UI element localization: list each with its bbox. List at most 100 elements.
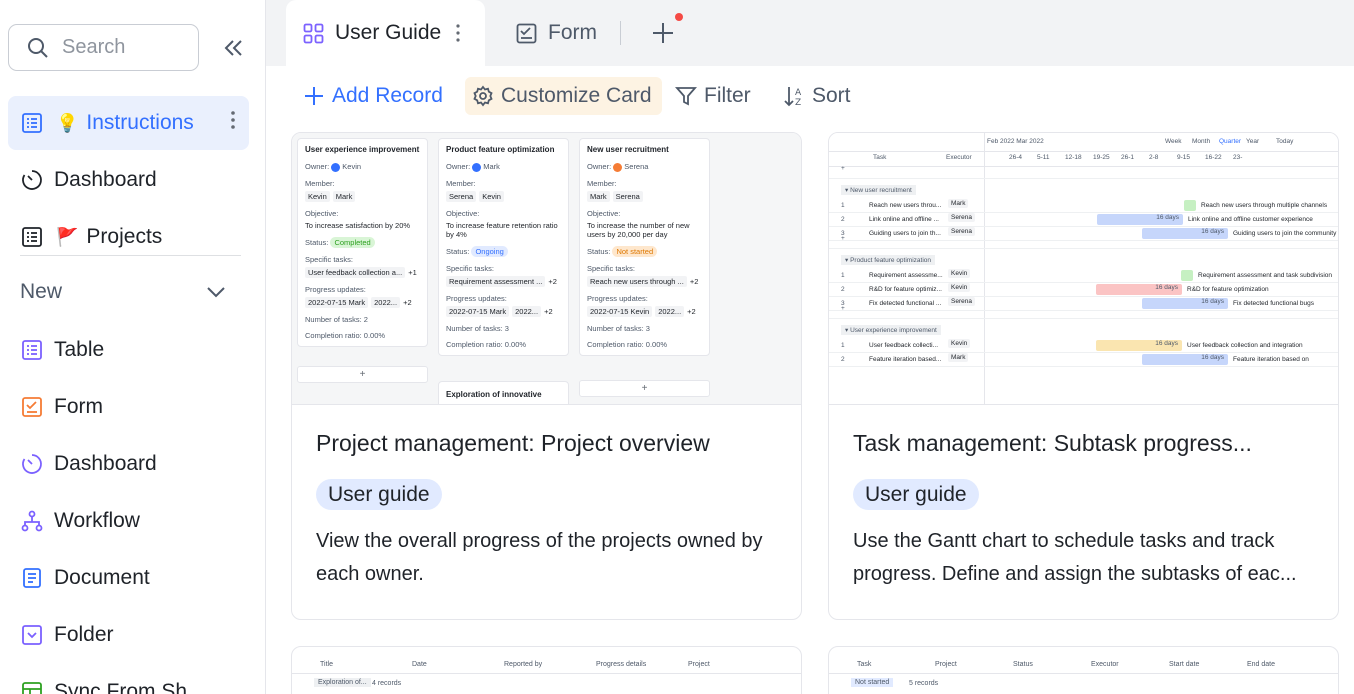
collapse-sidebar-button[interactable] [220,36,246,60]
member-chip: Mark [587,190,610,202]
field-label: Member: [305,178,335,188]
form-icon [20,395,44,419]
filter-label: Filter [704,84,751,107]
column-header: Project [688,661,710,668]
updates-row: 2022-07-15 Mark 2022... +2 [446,303,561,317]
avatar [331,162,341,172]
avatar [472,162,482,172]
column-header: Title [320,661,333,668]
task-name: Link online and offline ... [869,216,939,223]
week-label: 2-8 [1149,154,1159,161]
tasks-row: User feedback collection a... +1 [305,264,420,278]
field-num-tasks: Number of tasks: 3 [446,323,509,333]
record-count: 4 records [372,680,402,687]
table-icon [20,338,44,362]
gallery-card[interactable]: Feb 2022 Mar 2022 Week Month Quarter Year Tod… [828,132,1339,620]
dashboard-icon [20,168,44,192]
tasks-row: Requirement assessment ... +2 [446,273,561,287]
tab-separator [620,21,621,45]
executor-chip: Mark [948,199,969,208]
members-row: Kevin Mark [305,188,420,202]
column-header: Project [935,661,957,668]
new-form-item[interactable]: Form [8,380,249,434]
filter-button[interactable]: Filter [675,77,751,115]
new-folder-item[interactable]: Folder [8,608,249,662]
kanban-column: Product feature optimization Owner: Mark M… [438,138,569,356]
field-label: Specific tasks: [305,254,353,264]
add-row-button: + [829,165,1338,179]
gantt-preview: Feb 2022 Mar 2022 Week Month Quarter Year Tod… [829,133,1338,404]
more-count: +2 [548,276,557,286]
row-number: 1 [841,342,845,349]
group-chip: Exploration of... [314,678,371,687]
svg-text:Z: Z [795,98,801,107]
new-item-label: Table [54,338,105,361]
gallery-card-partial[interactable]: Title Date Reported by Progress details Proj… [291,646,802,694]
member-chip: Serena [446,190,477,202]
column-header: Executor [1091,661,1119,668]
field-ratio: Completion ratio: 0.00% [587,339,668,349]
field-label: Progress updates: [305,284,366,294]
header-line [292,673,801,674]
status-row: Status: Ongoing [446,245,561,257]
week-label: 12-18 [1065,154,1082,161]
sidebar-item-instructions[interactable]: 💡 Instructions [8,96,249,150]
update-chip: 2022-07-15 Kevin [587,305,653,317]
column-header: Task [857,661,872,668]
customize-card-button[interactable]: Customize Card [465,77,662,115]
field-label: Status: [446,246,472,256]
search-icon [28,37,48,58]
field-label: Specific tasks: [587,263,635,273]
gantt-bar: 16 days [1142,354,1228,365]
new-table-item[interactable]: Table [8,323,249,377]
gallery-card[interactable]: User experience improvement Owner: Kevin M… [291,132,802,620]
bar-label: Link online and offline customer experie… [1188,216,1313,223]
more-vertical-icon[interactable] [456,24,460,42]
gantt-bar: 16 days [1097,214,1183,225]
new-document-item[interactable]: Document [8,551,249,605]
kanban-card-title: Exploration of innovative [438,381,569,404]
form-icon [516,23,537,43]
objective-text: To increase satisfaction by 20% [305,220,411,230]
group-header: ▾ New user recruitment [841,185,916,195]
sort-button[interactable]: AZ Sort [783,77,851,115]
row-number: 1 [841,272,845,279]
task-name: R&D for feature optimiz... [869,286,942,293]
task-name: Reach new users throu... [869,202,942,209]
gantt-bar: 16 days [1096,340,1182,351]
add-record-button[interactable]: Add Record [303,77,443,115]
gallery-card-partial[interactable]: Task Project Status Executor Start date End d… [828,646,1339,694]
add-record-label: Add Record [332,84,443,107]
bar-label: Feature iteration based on [1233,356,1309,363]
search-input[interactable]: Search [8,24,199,71]
new-sync-item[interactable]: Sync From Sh [8,665,249,694]
member-chip: Kevin [479,190,504,202]
kanban-column: User experience improvement Owner: Kevin M… [297,138,428,347]
col-executor-header: Executor [946,154,972,161]
kanban-card-title: Product feature optimization [446,145,555,154]
customize-card-label: Customize Card [501,84,652,107]
member-chip: Serena [612,190,643,202]
kanban-card-title: User experience improvement [305,145,420,154]
row-number: 1 [841,202,845,209]
field-label: Owner: [446,162,473,171]
gantt-row: 1 Reach new users throu... Mark Reach new u… [829,199,1338,213]
field-num-tasks: Number of tasks: 2 [305,314,368,324]
task-chip: User feedback collection a... [305,266,406,278]
add-card-button: + [579,380,710,397]
tab-user-guide[interactable]: User Guide [286,0,485,66]
gantt-row: 2 R&D for feature optimiz... Kevin 16 days R… [829,283,1338,297]
tab-label: User Guide [335,21,442,44]
new-dashboard-item[interactable]: Dashboard [8,437,249,491]
owner-row: Owner: Serena [587,162,702,172]
member-chip: Mark [332,190,356,202]
new-workflow-item[interactable]: Workflow [8,494,249,548]
add-view-button[interactable] [650,20,676,46]
more-vertical-icon[interactable] [231,110,235,130]
tab-form[interactable]: Form [516,0,597,66]
column-header: Start date [1169,661,1200,668]
flag-icon: 🚩 [56,226,79,247]
status-badge: Ongoing [471,245,508,257]
new-section-header[interactable]: New [20,280,226,304]
sidebar-item-dashboard[interactable]: Dashboard [8,153,249,207]
